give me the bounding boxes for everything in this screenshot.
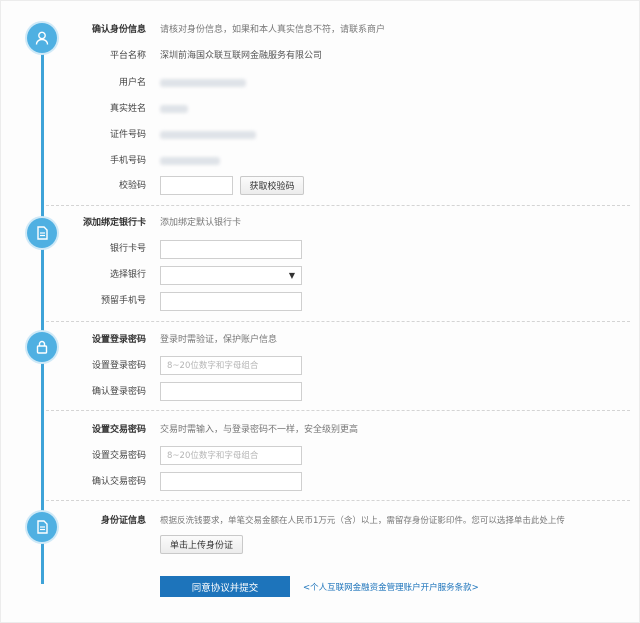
phone-number-value-redacted (160, 157, 220, 165)
verification-code-input[interactable] (160, 176, 233, 195)
realname-label: 真实姓名 (109, 104, 146, 114)
get-code-button[interactable]: 获取校验码 (240, 176, 304, 195)
id-card-section-title: 身份证信息 (100, 516, 146, 526)
section-divider (46, 321, 630, 322)
set-trade-password-label: 设置交易密码 (91, 451, 146, 461)
bank-section-title: 添加绑定银行卡 (82, 218, 146, 228)
username-label: 用户名 (118, 78, 146, 88)
trade-password-hint: 交易时需输入，与登录密码不一样，安全级别更高 (160, 425, 359, 435)
bank-hint: 添加绑定默认银行卡 (160, 218, 242, 228)
trade-password-section-title: 设置交易密码 (91, 425, 146, 435)
section-divider (46, 500, 630, 501)
identity-section-title: 确认身份信息 (91, 25, 146, 35)
realname-value-redacted (160, 105, 188, 113)
service-agreement-link[interactable]: <个人互联网金融资金管理账户开户服务条款> (303, 581, 479, 593)
select-bank-label: 选择银行 (109, 270, 146, 280)
id-card-hint: 根据反洗钱要求，单笔交易金额在人民币1万元（含）以上，需留存身份证影印件。您可以… (160, 516, 565, 526)
chevron-down-icon: ▼ (288, 271, 295, 280)
platform-value: 深圳前海国众联互联网金融服务有限公司 (160, 51, 323, 61)
agree-submit-button[interactable]: 同意协议并提交 (160, 576, 290, 597)
verification-code-label: 校验码 (118, 181, 146, 191)
upload-id-card-button[interactable]: 单击上传身份证 (160, 535, 243, 554)
confirm-login-password-input[interactable] (160, 382, 302, 401)
page-frame (0, 0, 640, 623)
section-divider (46, 205, 630, 206)
set-trade-password-input[interactable] (160, 446, 302, 465)
platform-label: 平台名称 (109, 51, 146, 61)
confirm-trade-password-label: 确认交易密码 (91, 477, 146, 487)
id-number-label: 证件号码 (109, 130, 146, 140)
identity-hint: 请核对身份信息，如果和本人真实信息不符，请联系商户 (160, 25, 386, 35)
section-divider (46, 410, 630, 411)
login-password-hint: 登录时需验证，保护账户信息 (160, 335, 278, 345)
username-value-redacted (160, 79, 246, 87)
bank-card-label: 银行卡号 (109, 244, 146, 254)
login-password-section-title: 设置登录密码 (91, 335, 146, 345)
select-bank-dropdown[interactable]: ▼ (160, 266, 302, 285)
set-login-password-label: 设置登录密码 (91, 361, 146, 371)
confirm-login-password-label: 确认登录密码 (91, 387, 146, 397)
phone-number-label: 手机号码 (109, 156, 146, 166)
bank-card-input[interactable] (160, 240, 302, 259)
confirm-trade-password-input[interactable] (160, 472, 302, 491)
reserved-phone-input[interactable] (160, 292, 302, 311)
set-login-password-input[interactable] (160, 356, 302, 375)
reserved-phone-label: 预留手机号 (100, 296, 146, 306)
id-number-value-redacted (160, 131, 256, 139)
